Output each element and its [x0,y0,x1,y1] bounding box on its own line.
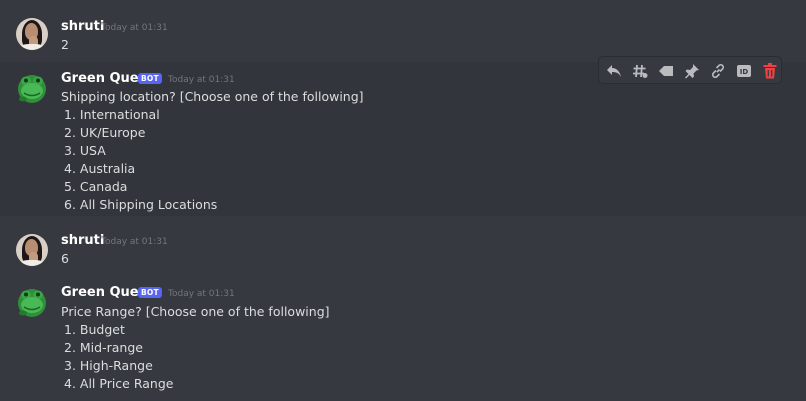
create-thread-button[interactable] [629,60,651,82]
avatar[interactable] [16,18,48,50]
copy-id-button[interactable]: ID [733,60,755,82]
option-line: 4. Australia [64,161,136,176]
message-shruti-1[interactable]: shruti Today at 01:31 2 [0,10,806,60]
message-green-queen-1[interactable]: Green Queen BOT Today at 01:31 Shipping … [0,62,806,216]
copy-link-button[interactable] [707,60,729,82]
message-text: Shipping location? [Choose one of the fo… [61,89,364,104]
mark-unread-icon [659,66,673,76]
option-line: 2. UK/Europe [64,125,146,140]
timestamp: Today at 01:31 [101,237,168,247]
option-line: 1. International [64,107,160,122]
delete-icon [763,63,777,79]
chat-messages: shruti Today at 01:31 2 Green Queen BOT … [0,0,806,401]
avatar[interactable] [16,234,48,266]
message-actions-toolbar: ID [598,56,782,84]
message-text: 2 [61,37,69,52]
message-text: 6 [61,251,69,266]
option-line: 1. Budget [64,322,125,337]
bot-badge: BOT [138,73,162,84]
message-shruti-2[interactable]: shruti Today at 01:31 6 [0,224,806,274]
reply-button[interactable] [603,60,625,82]
frog-avatar-icon [18,75,46,103]
avatar[interactable] [16,72,48,104]
option-line: 4. All Price Range [64,376,174,391]
username[interactable]: shruti [61,19,104,35]
mark-unread-button[interactable] [655,60,677,82]
avatar[interactable] [16,286,48,318]
option-line: 6. All Shipping Locations [64,197,218,212]
create-thread-icon [633,64,648,78]
message-text: Price Range? [Choose one of the followin… [61,304,330,319]
frog-avatar-icon [18,289,46,317]
option-line: 5. Canada [64,179,128,194]
timestamp: Today at 01:31 [168,289,235,299]
delete-button[interactable] [759,60,781,82]
pin-icon [685,64,699,79]
timestamp: Today at 01:31 [168,75,235,85]
svg-text:ID: ID [740,68,749,76]
option-line: 3. USA [64,143,106,158]
option-line: 2. Mid-range [64,340,143,355]
bot-badge: BOT [138,287,162,298]
option-line: 3. High-Range [64,358,153,373]
timestamp: Today at 01:31 [101,23,168,33]
copy-link-icon [712,64,724,78]
reply-icon [607,65,621,77]
pin-button[interactable] [681,60,703,82]
copy-id-icon: ID [737,65,751,77]
message-green-queen-2[interactable]: Green Queen BOT Today at 01:31 Price Ran… [0,276,806,401]
username[interactable]: shruti [61,233,104,249]
